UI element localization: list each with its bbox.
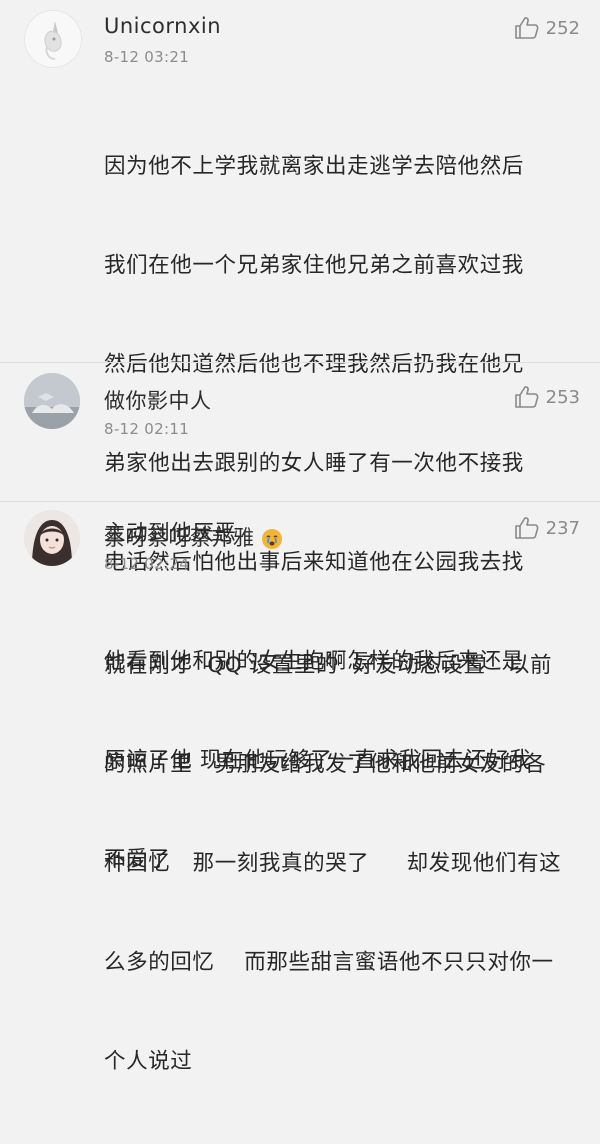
comment-line: 的照片里 男朋友给我发了他和他前女友的各 [104, 752, 547, 777]
comment-item: 蔡呀蔡呀蔡邦雅 8-12 02:24 237 就在刚才 QQ 设置里的 好友动态… [0, 502, 600, 1074]
comment-timestamp: 8-12 02:11 [104, 420, 190, 438]
unicorn-avatar-icon [25, 11, 81, 67]
comment-username[interactable]: Unicornxin [104, 14, 221, 38]
like-button[interactable]: 253 [514, 385, 580, 409]
thumbs-up-icon [514, 386, 539, 408]
like-button[interactable]: 237 [514, 516, 580, 540]
comment-timestamp: 8-12 02:24 [104, 555, 190, 573]
comment-line: 就在刚才 QQ 设置里的 好友动态设置 以前 [104, 653, 553, 678]
comment-username[interactable]: 蔡呀蔡呀蔡邦雅 [104, 522, 283, 552]
like-button[interactable]: 252 [514, 16, 580, 40]
comment-line: 因为他不上学我就离家出走逃学去陪他然后 [104, 154, 524, 179]
thumbs-up-icon [514, 17, 539, 39]
photo-avatar-icon [24, 373, 80, 429]
crying-emoji-icon [261, 529, 282, 549]
comment-line: 种回忆 那一刻我真的哭了 却发现他们有这 [104, 851, 562, 876]
comment-item: 做你影中人 8-12 02:11 253 主动到他厌恶 [0, 363, 600, 546]
like-count: 252 [545, 17, 580, 39]
avatar[interactable] [24, 373, 80, 429]
username-text: 蔡呀蔡呀蔡邦雅 [104, 526, 255, 550]
avatar[interactable] [24, 510, 80, 566]
avatar[interactable] [24, 10, 82, 68]
thumbs-up-icon [514, 517, 539, 539]
like-count: 253 [545, 386, 580, 408]
comment-timestamp: 8-12 03:21 [104, 48, 190, 66]
girl-avatar-icon [24, 510, 80, 566]
comment-text: 就在刚才 QQ 设置里的 好友动态设置 以前 的照片里 男朋友给我发了他和他前女… [104, 583, 582, 1144]
comment-item: Unicornxin 8-12 03:21 252 因为他不上学我就离家出走逃学… [0, 0, 600, 872]
like-count: 237 [545, 517, 580, 539]
comment-line: 么多的回忆 而那些甜言蜜语他不只只对你一 [104, 950, 554, 975]
comment-line: 个人说过 [104, 1049, 193, 1074]
comment-line: 我们在他一个兄弟家住他兄弟之前喜欢过我 [104, 253, 524, 278]
comment-username[interactable]: 做你影中人 [104, 385, 212, 415]
